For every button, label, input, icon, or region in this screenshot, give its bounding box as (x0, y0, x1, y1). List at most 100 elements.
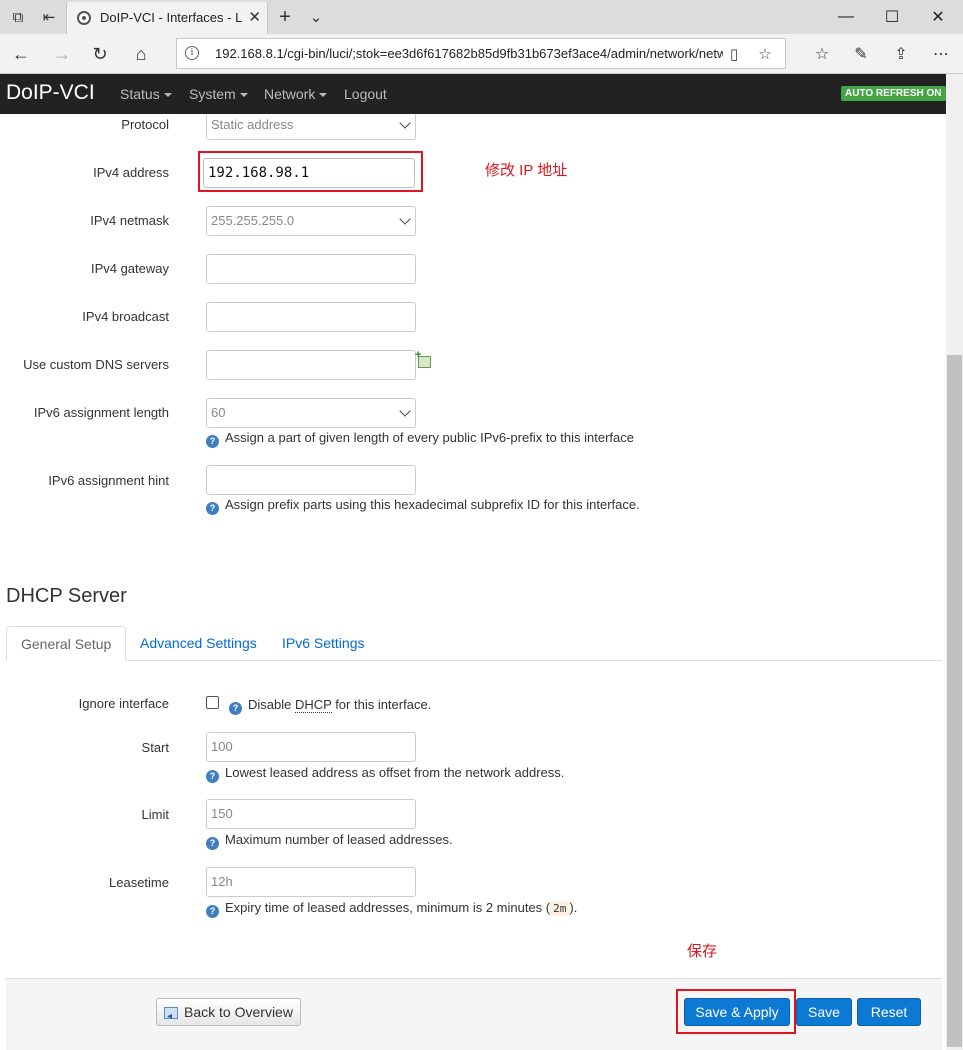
tab-ipv6-settings[interactable]: IPv6 Settings (268, 626, 379, 661)
luci-header: DoIP-VCI Status System Network Logout AU… (0, 74, 946, 114)
home-icon[interactable]: ⌂ (128, 42, 154, 66)
tab-general-setup[interactable]: General Setup (6, 626, 127, 661)
favorite-star-icon[interactable]: ☆ (755, 44, 775, 64)
set-aside-tabs-icon[interactable]: ⇤ (38, 6, 60, 28)
ignore-interface-label: Ignore interface (78, 696, 169, 711)
menu-status-label: Status (120, 86, 160, 102)
ipv4-gateway-input[interactable] (206, 254, 416, 284)
help-icon: ? (206, 770, 219, 783)
ipv6-length-help-text: Assign a part of given length of every p… (225, 430, 634, 445)
dns-servers-input[interactable] (206, 350, 416, 380)
chevron-down-icon (163, 93, 172, 98)
more-menu-icon[interactable]: ⋯ (929, 42, 953, 66)
ipv6-hint-label: IPv6 assignment hint (48, 473, 169, 488)
menu-status[interactable]: Status (120, 86, 172, 102)
favorites-icon[interactable]: ☆ (810, 42, 834, 66)
close-window-icon[interactable]: ✕ (915, 4, 961, 30)
leasetime-help-post: ). (569, 900, 578, 915)
help-icon: ? (206, 837, 219, 850)
site-info-icon[interactable]: i (185, 46, 199, 60)
tab-advanced-settings[interactable]: Advanced Settings (126, 626, 271, 661)
ipv6-hint-help: ? Assign prefix parts using this hexadeci… (206, 497, 640, 515)
dhcp-section-title: DHCP Server (6, 585, 127, 607)
tab-manager-icon[interactable]: ⧉ (7, 6, 29, 28)
pen-notes-icon[interactable]: ✎ (849, 42, 873, 66)
dhcp-abbr: DHCP (294, 697, 332, 713)
browser-tab-bar: ⧉ ⇤ DoIP-VCI - Interfaces - L ✕ + ⌄ — ☐ … (0, 0, 963, 34)
ignore-help-pre: Disable (248, 697, 295, 712)
reading-view-icon[interactable]: ▯ (724, 44, 744, 64)
chevron-down-icon (319, 93, 328, 98)
dns-servers-label: Use custom DNS servers (23, 357, 169, 372)
leasetime-label: Leasetime (109, 875, 169, 890)
maximize-icon[interactable]: ☐ (869, 4, 915, 30)
minimize-icon[interactable]: — (823, 4, 869, 30)
address-bar-row: ← → ↻ ⌂ i 192.168.8.1/cgi-bin/luci/;stok… (0, 34, 963, 74)
site-favicon-icon (77, 11, 91, 25)
tab-preview-chevron-icon[interactable]: ⌄ (305, 6, 327, 28)
back-to-overview-button[interactable]: Back to Overview (156, 998, 301, 1030)
chevron-down-icon (239, 93, 248, 98)
protocol-select[interactable]: Static address (206, 114, 416, 140)
back-to-overview-label: Back to Overview (184, 1004, 293, 1020)
interface-settings-form: Protocol Static address IPv4 address 192… (0, 114, 946, 1050)
form-footer: Back to Overview Save & Apply Save Reset (6, 978, 942, 1050)
limit-help: ? Maximum number of leased addresses. (206, 832, 453, 850)
menu-system-label: System (189, 86, 236, 102)
auto-refresh-badge[interactable]: AUTO REFRESH ON (841, 86, 946, 101)
menu-system[interactable]: System (189, 86, 248, 102)
ipv4-netmask-select[interactable]: 255.255.255.0 (206, 206, 416, 236)
forward-icon[interactable]: → (49, 42, 75, 66)
ipv4-gateway-label: IPv4 gateway (90, 261, 169, 276)
ipv4-address-label: IPv4 address (93, 165, 169, 180)
ignore-interface-checkbox[interactable] (206, 696, 219, 709)
leasetime-help: ? Expiry time of leased addresses, minimu… (206, 900, 577, 918)
menu-network-label: Network (264, 86, 316, 102)
close-tab-icon[interactable]: ✕ (248, 8, 261, 26)
menu-network[interactable]: Network (264, 86, 328, 102)
help-icon: ? (206, 905, 219, 918)
tab-title: DoIP-VCI - Interfaces - L (100, 10, 243, 25)
save-apply-button[interactable]: Save & Apply (684, 998, 790, 1026)
add-entry-icon[interactable] (415, 349, 431, 368)
start-input[interactable]: 100 (206, 732, 416, 762)
ipv4-netmask-label: IPv4 netmask (90, 213, 169, 228)
limit-help-text: Maximum number of leased addresses. (225, 832, 453, 847)
ipv4-address-input[interactable]: 192.168.98.1 (203, 158, 415, 188)
help-icon: ? (206, 502, 219, 515)
share-icon[interactable]: ⇪ (889, 42, 913, 66)
protocol-label: Protocol (121, 117, 169, 132)
brand-title[interactable]: DoIP-VCI (6, 81, 95, 105)
new-tab-icon[interactable]: + (274, 6, 296, 28)
ipv6-hint-input[interactable] (206, 465, 416, 495)
ignore-interface-help: ? Disable DHCP for this interface. (229, 697, 431, 715)
ipv6-length-select[interactable]: 60 (206, 398, 416, 428)
leasetime-help-pre: Expiry time of leased addresses, minimum… (225, 900, 551, 915)
annotation-modify-ip: 修改 IP 地址 (485, 162, 568, 179)
help-icon: ? (206, 435, 219, 448)
annotation-save: 保存 (687, 943, 718, 960)
refresh-icon[interactable]: ↻ (87, 42, 113, 66)
help-icon: ? (229, 702, 242, 715)
ipv6-length-label: IPv6 assignment length (33, 405, 169, 420)
save-button[interactable]: Save (796, 998, 852, 1026)
ipv4-broadcast-input[interactable] (206, 302, 416, 332)
start-help: ? Lowest leased address as offset from th… (206, 765, 564, 783)
start-label: Start (141, 740, 169, 755)
scrollbar-thumb[interactable] (947, 355, 962, 1047)
leasetime-code: 2m (550, 901, 570, 916)
ipv6-length-help: ? Assign a part of given length of every … (206, 430, 634, 448)
url-text[interactable]: 192.168.8.1/cgi-bin/luci/;stok=ee3d6f617… (215, 46, 723, 61)
browser-tab[interactable]: DoIP-VCI - Interfaces - L ✕ (66, 2, 268, 34)
reset-button[interactable]: Reset (857, 998, 921, 1026)
limit-input[interactable]: 150 (206, 799, 416, 829)
ipv4-broadcast-label: IPv4 broadcast (82, 309, 169, 324)
ipv6-hint-help-text: Assign prefix parts using this hexadecim… (225, 497, 640, 512)
back-icon[interactable]: ← (8, 42, 34, 66)
menu-logout[interactable]: Logout (344, 86, 387, 102)
limit-label: Limit (141, 807, 169, 822)
ignore-help-post: for this interface. (331, 697, 432, 712)
url-field[interactable]: i 192.168.8.1/cgi-bin/luci/;stok=ee3d6f6… (176, 38, 786, 69)
back-arrow-icon (164, 1004, 179, 1030)
leasetime-input[interactable]: 12h (206, 867, 416, 897)
